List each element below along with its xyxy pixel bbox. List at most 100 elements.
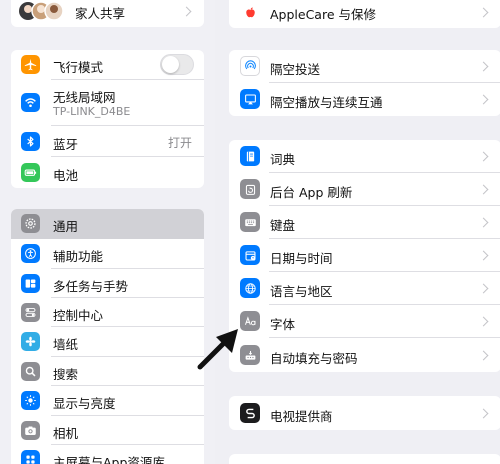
sidebar-item-accessibility[interactable]: 辅助功能 [11,239,204,269]
sidebar-item-airplane-mode[interactable]: 飞行模式 [11,50,204,80]
chevron-right-icon [478,250,489,261]
sidebar-item-wallpaper[interactable]: 墙纸 [11,327,204,357]
sidebar-item-display[interactable]: 显示与亮度 [11,386,204,416]
sidebar-item-camera[interactable]: 相机 [11,416,204,445]
autofill-passwords-label: 自动填充与密码 [270,351,358,366]
next-group [229,454,500,464]
airplane-mode-toggle[interactable] [160,54,194,75]
airplane-icon [21,55,40,74]
sidebar-item-label: 相机 [53,426,79,441]
date-time-label: 日期与时间 [270,251,333,266]
keyboard-row[interactable]: 键盘 [229,206,500,239]
fonts-row[interactable]: 字体 [229,305,500,338]
sidebar-item-label: 蓝牙 [53,137,79,152]
sidebar-item-label: 搜索 [53,367,79,382]
bluetooth-icon [21,132,40,151]
general-settings-panel: AppleCare 与保修 隔空投送 隔空播放与连续互通 词典 后台 App 刷… [215,0,500,464]
settings-sidebar: 家人共享 飞行模式 无线局域网 TP-LINK_D4BE 蓝牙 打开 电池 通用… [0,0,215,464]
chevron-right-icon [478,408,489,419]
connectivity-group: 飞行模式 无线局域网 TP-LINK_D4BE 蓝牙 打开 电池 [11,50,204,188]
sidebar-item-label: 电池 [53,168,79,183]
tv-provider-label: 电视提供商 [270,409,333,424]
gear-icon [21,214,40,233]
sidebar-item-label: 辅助功能 [53,249,104,264]
search-icon [21,362,40,381]
sidebar-item-label: 无线局域网 [53,90,116,105]
wallpaper-icon [21,332,40,351]
sidebar-item-control-center[interactable]: 控制中心 [11,298,204,327]
general-group: 通用 辅助功能 多任务与手势 控制中心 墙纸 搜索 显示与亮度 相机 主屏幕与A… [11,209,204,464]
date-time-row[interactable]: 日期与时间 [229,239,500,272]
general-options-group: 词典 后台 App 刷新 键盘 日期与时间 语言与地区 字体 自动填充与密码 [229,140,500,372]
camera-icon [21,421,40,440]
dictionary-label: 词典 [270,152,296,167]
apple-icon [240,2,260,22]
sidebar-item-label: 显示与亮度 [53,396,116,411]
airplay-row[interactable]: 隔空播放与连续互通 [229,83,500,116]
sidebar-item-label: 通用 [53,219,79,234]
bluetooth-status: 打开 [167,136,192,150]
sidebar-item-home-screen[interactable]: 主屏幕与App资源库 [11,445,204,464]
home-screen-icon [21,450,40,464]
chevron-right-icon [478,350,489,361]
globe-icon [240,278,260,298]
control-center-icon [21,303,40,322]
sidebar-item-search[interactable]: 搜索 [11,357,204,386]
airdrop-icon [240,56,260,76]
fonts-label: 字体 [270,317,296,332]
sidebar-item-label: 控制中心 [53,308,104,323]
multitasking-icon [21,274,40,293]
wifi-icon [21,93,40,112]
sidebar-item-wifi[interactable]: 无线局域网 TP-LINK_D4BE [11,80,204,126]
autofill-passwords-row[interactable]: 自动填充与密码 [229,338,500,372]
dictionary-row[interactable]: 词典 [229,140,500,173]
language-region-row[interactable]: 语言与地区 [229,272,500,305]
sidebar-item-battery[interactable]: 电池 [11,157,204,188]
refresh-icon [240,179,260,199]
keyboard-label: 键盘 [270,218,296,233]
tv-provider-icon [240,403,260,423]
toggle-knob [162,56,179,73]
keyboard-icon [240,212,260,232]
chevron-right-icon [478,217,489,228]
chevron-right-icon [478,316,489,327]
sidebar-item-bluetooth[interactable]: 蓝牙 打开 [11,126,204,157]
chevron-right-icon [478,7,489,18]
chevron-right-icon [181,6,192,17]
language-region-label: 语言与地区 [270,284,333,299]
background-app-refresh-row[interactable]: 后台 App 刷新 [229,173,500,206]
chevron-right-icon [478,151,489,162]
battery-icon [21,163,40,182]
sidebar-item-label: 飞行模式 [53,60,104,75]
annotation-arrow-icon [197,329,238,370]
chevron-right-icon [478,184,489,195]
applecare-row[interactable]: AppleCare 与保修 [229,0,500,28]
brightness-icon [21,391,40,410]
sidebar-item-label: 主屏幕与App资源库 [53,455,165,464]
wifi-network-name: TP-LINK_D4BE [53,105,131,118]
airplay-group: 隔空投送 隔空播放与连续互通 [229,50,500,116]
sidebar-item-label: 墙纸 [53,337,79,352]
tv-provider-group: 电视提供商 [229,396,500,430]
calendar-icon [240,245,260,265]
airdrop-label: 隔空投送 [270,62,321,77]
chevron-right-icon [478,61,489,72]
airplay-icon [240,89,260,109]
family-avatars-icon [19,1,67,21]
airdrop-row[interactable]: 隔空投送 [229,50,500,83]
applecare-group: AppleCare 与保修 [229,0,500,28]
sidebar-item-general[interactable]: 通用 [11,209,204,239]
background-app-refresh-label: 后台 App 刷新 [270,185,353,200]
family-group: 家人共享 [11,0,204,27]
chevron-right-icon [478,94,489,105]
tv-provider-row[interactable]: 电视提供商 [229,396,500,430]
sidebar-item-label: 多任务与手势 [53,279,129,294]
chevron-right-icon [478,283,489,294]
family-sharing-label: 家人共享 [75,6,126,21]
sidebar-item-multitasking[interactable]: 多任务与手势 [11,269,204,298]
family-sharing-row[interactable]: 家人共享 [11,0,204,27]
airplay-label: 隔空播放与连续互通 [270,95,383,110]
accessibility-icon [21,244,40,263]
applecare-label: AppleCare 与保修 [270,7,376,22]
dictionary-icon [240,146,260,166]
